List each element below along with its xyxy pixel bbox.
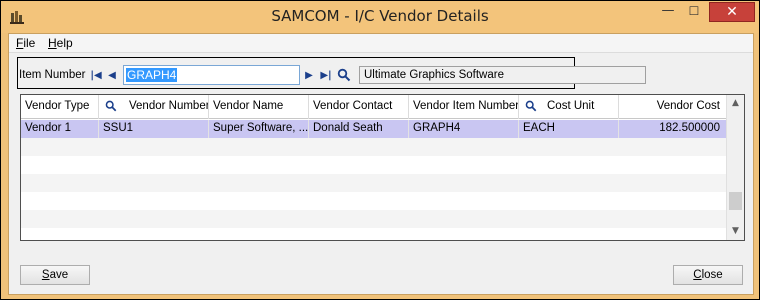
empty-row[interactable] [21,156,726,174]
empty-row[interactable] [21,210,726,228]
scroll-down-icon[interactable]: ▼ [727,223,744,240]
cell-vendor-contact[interactable]: Donald Seath [309,120,409,138]
previous-record-icon[interactable]: ◀ [106,70,118,82]
col-vendor-contact[interactable]: Vendor Contact [309,95,409,119]
menu-help-accel: H [48,36,57,50]
cell-vendor-name[interactable]: Super Software, ... [209,120,309,138]
first-record-icon[interactable]: |◀ [90,70,102,82]
col-cost-unit[interactable]: Cost Unit [519,95,619,119]
maximize-button[interactable]: ☐ [681,2,707,22]
cost-unit-search-icon[interactable] [525,100,539,114]
window-title: SAMCOM - I/C Vendor Details [271,7,489,25]
minimize-button[interactable]: — [655,2,681,22]
empty-row[interactable] [21,174,726,192]
close-accel: C [693,269,702,281]
vendor-grid: Vendor Type Vendor Number Vendor Name Ve… [20,94,745,241]
col-vendor-cost[interactable]: Vendor Cost [619,95,726,119]
col-cost-unit-label: Cost Unit [547,100,595,112]
item-number-input[interactable]: GRAPH4 [123,65,300,85]
save-button[interactable]: Save [20,265,90,285]
scroll-up-icon[interactable]: ▲ [727,95,744,112]
cell-vendor-cost[interactable]: 182.500000 [619,120,726,138]
close-label: lose [701,269,723,281]
empty-row[interactable] [21,138,726,156]
col-vendor-number[interactable]: Vendor Number [99,95,209,119]
cell-cost-unit[interactable]: EACH [519,120,619,138]
vendor-number-search-icon[interactable] [105,100,119,114]
col-vendor-name[interactable]: Vendor Name [209,95,309,119]
item-search-icon[interactable] [337,68,351,82]
save-label: ave [49,269,69,281]
col-vendor-number-label: Vendor Number [129,100,209,112]
item-number-value: GRAPH4 [126,68,178,82]
item-description-field: Ultimate Graphics Software [359,66,646,84]
next-record-icon[interactable]: ▶ [303,70,315,82]
cell-vendor-type[interactable]: Vendor 1 [21,120,99,138]
close-window-button[interactable]: ✕ [709,2,755,22]
vertical-scrollbar[interactable]: ▲ ▼ [726,95,744,240]
menu-file[interactable]: File [16,36,35,50]
save-accel: S [41,269,50,281]
last-record-icon[interactable]: ▶| [320,70,332,82]
menu-help[interactable]: Help [48,36,73,50]
menu-file-label: ile [23,36,36,50]
close-button[interactable]: Close [673,265,743,285]
title-bar[interactable]: SAMCOM - I/C Vendor Details — ☐ ✕ [1,1,759,33]
vendor-details-window: SAMCOM - I/C Vendor Details — ☐ ✕ File H… [0,0,760,300]
empty-row[interactable] [21,192,726,210]
client-area: File Help Item Number |◀ ◀ GRAPH4 ▶ ▶| U… [8,33,754,295]
cell-vendor-number[interactable]: SSU1 [99,120,209,138]
scroll-thumb[interactable] [729,192,742,210]
empty-row[interactable] [21,228,726,240]
cell-vendor-item-number[interactable]: GRAPH4 [409,120,519,138]
table-row[interactable]: Vendor 1 SSU1 Super Software, ... Donald… [21,120,726,138]
col-vendor-type[interactable]: Vendor Type [21,95,99,119]
item-number-label: Item Number [19,69,86,81]
col-vendor-item-number[interactable]: Vendor Item Number [409,95,519,119]
menu-bar: File Help [9,34,753,53]
menu-help-label: elp [56,36,73,50]
grid-header: Vendor Type Vendor Number Vendor Name Ve… [21,95,726,119]
